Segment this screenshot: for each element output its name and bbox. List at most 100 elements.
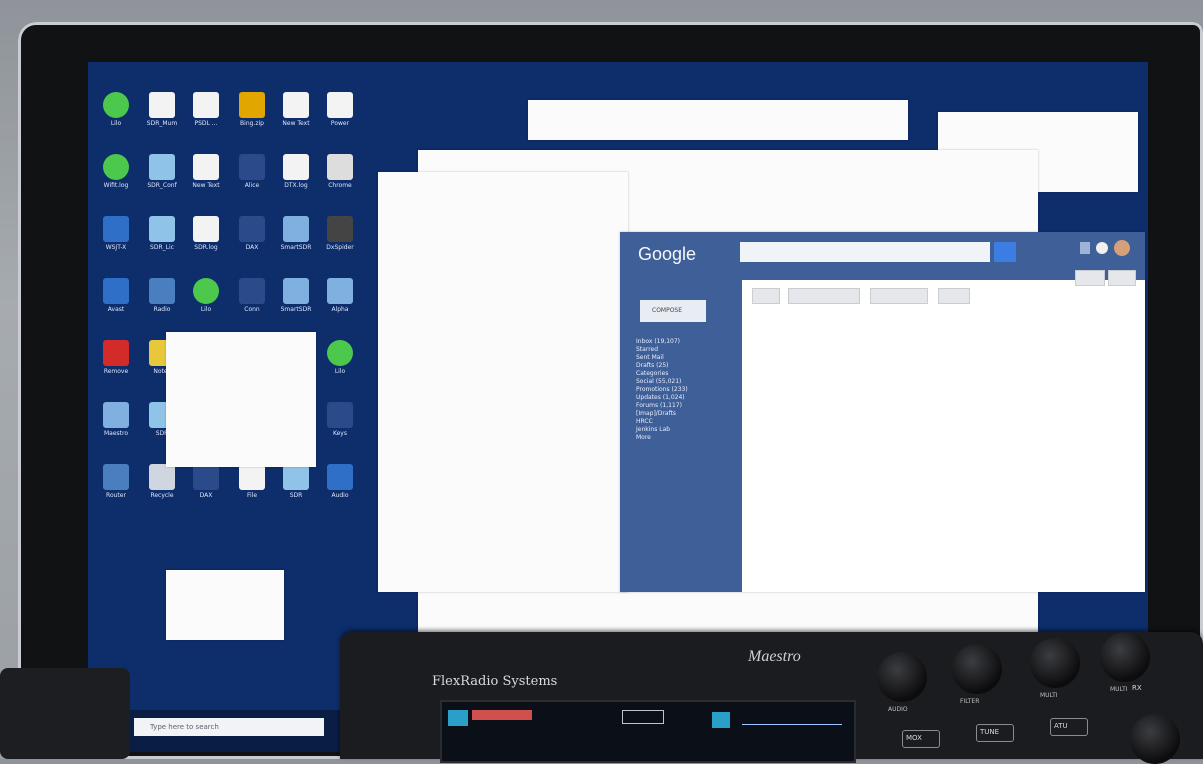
compose-button[interactable]: COMPOSE — [640, 300, 706, 322]
desktop-icon[interactable]: PSDL ... — [188, 92, 224, 127]
desktop-icon-glyph — [327, 92, 353, 118]
desktop-icon-glyph — [149, 278, 175, 304]
gmail-header: Google — [620, 232, 1145, 280]
desktop-icon-label: DAX — [245, 244, 259, 251]
avatar[interactable] — [1114, 240, 1130, 256]
desktop-icon[interactable]: DxSpider — [322, 216, 358, 251]
desktop-icon-glyph — [283, 92, 309, 118]
desktop-icon[interactable]: SDR — [278, 464, 314, 499]
desktop-icon[interactable]: File — [234, 464, 270, 499]
desktop-icon[interactable]: Radio — [144, 278, 180, 313]
gmail-nav-item[interactable]: More — [636, 434, 736, 442]
search-button[interactable] — [994, 242, 1016, 262]
desktop-icon[interactable]: Chrome — [322, 154, 358, 189]
gmail-nav-item[interactable]: Categories — [636, 370, 736, 378]
desktop-icon[interactable]: DAX — [188, 464, 224, 499]
desktop-icon-label: Router — [106, 492, 126, 499]
desktop-icon[interactable]: WSJT-X — [98, 216, 134, 251]
taskbar-search[interactable]: Type here to search — [134, 718, 324, 736]
desktop-icon[interactable]: SDR_Conf — [144, 154, 180, 189]
desktop-icon-glyph — [327, 278, 353, 304]
gmail-nav-item[interactable]: Inbox (19,107) — [636, 338, 736, 346]
display-mode-icon — [448, 710, 468, 726]
gmail-sidebar: COMPOSE Inbox (19,107) Starred Sent Mail Dr… — [620, 280, 742, 592]
desktop-icon-label: Maestro — [103, 430, 129, 437]
multi-knob-2[interactable] — [1100, 632, 1150, 682]
desktop-icon[interactable]: Conn — [234, 278, 270, 313]
gmail-window[interactable]: Google COMPOSE Inbox (19,107) Starred Sent… — [620, 232, 1145, 592]
notifications-icon[interactable] — [1096, 242, 1108, 254]
dialog-window[interactable] — [166, 332, 316, 467]
desktop-icon-glyph — [103, 402, 129, 428]
desktop-icon[interactable]: Lilo — [322, 340, 358, 375]
desktop-icon[interactable]: Alpha — [322, 278, 358, 313]
desktop-icon-label: Lilo — [334, 368, 346, 375]
flexradio-console: FlexRadio Systems Maestro MOX TUNE ATU RX AU… — [340, 632, 1203, 764]
desktop-icon[interactable]: Recycle — [144, 464, 180, 499]
desktop-icon-glyph — [239, 464, 265, 490]
desktop-icon[interactable]: SDR.log — [188, 216, 224, 251]
desktop-icon[interactable]: Audio — [322, 464, 358, 499]
desktop-icon[interactable]: Power — [322, 92, 358, 127]
gmail-nav-item[interactable]: Updates (1,024) — [636, 394, 736, 402]
desktop-icon-glyph — [103, 216, 129, 242]
gmail-nav-item[interactable]: Promotions (233) — [636, 386, 736, 394]
desktop-icon[interactable]: New Text — [278, 92, 314, 127]
desktop-icon-glyph — [193, 92, 219, 118]
multi-knob-3[interactable] — [1130, 714, 1180, 764]
desktop-icon-glyph — [283, 154, 309, 180]
multi-knob-1[interactable] — [1030, 638, 1080, 688]
pagination-button[interactable] — [1075, 270, 1105, 286]
gmail-nav-item[interactable]: Drafts (25) — [636, 362, 736, 370]
desktop-icon[interactable]: SDR_Lic — [144, 216, 180, 251]
desktop-icon-label: Alpha — [331, 306, 349, 313]
console-display[interactable] — [440, 700, 856, 763]
filter-knob[interactable] — [952, 644, 1002, 694]
desktop-icon-label: DTX.log — [284, 182, 308, 189]
settings-button[interactable] — [1108, 270, 1136, 286]
desktop-icon[interactable]: Lilo — [188, 278, 224, 313]
browser-window-left — [378, 172, 628, 592]
desktop-icon[interactable]: DTX.log — [278, 154, 314, 189]
desktop-icon-glyph — [239, 278, 265, 304]
desktop-icon[interactable]: Wifit.log — [98, 154, 134, 189]
desktop-icon-glyph — [239, 216, 265, 242]
desktop-icon-label: Lilo — [200, 306, 212, 313]
gmail-nav-item[interactable]: Forums (1,117) — [636, 402, 736, 410]
gmail-nav-item[interactable]: Jenkins Lab — [636, 426, 736, 434]
desktop-icon-label: Lilo — [110, 120, 122, 127]
desktop-icon[interactable]: Lilo — [98, 92, 134, 127]
desktop-icon-glyph — [149, 154, 175, 180]
desktop-icon[interactable]: Bing.zip — [234, 92, 270, 127]
desktop-icon[interactable]: SmartSDR — [278, 278, 314, 313]
desktop-icon[interactable]: Maestro — [98, 402, 134, 437]
desktop-icon-glyph — [103, 154, 129, 180]
desktop-icon[interactable]: SDR_Mum — [144, 92, 180, 127]
move-to-button[interactable] — [870, 288, 928, 304]
select-checkbox[interactable] — [752, 288, 780, 304]
desktop-icon[interactable]: Router — [98, 464, 134, 499]
toolbar-actions[interactable] — [788, 288, 860, 304]
more-button[interactable] — [938, 288, 970, 304]
desktop-icon[interactable]: SmartSDR — [278, 216, 314, 251]
desktop-icon-label: SmartSDR — [280, 306, 312, 313]
dialog-window-small[interactable] — [166, 570, 284, 640]
compose-label: COMPOSE — [652, 307, 683, 314]
audio-knob[interactable] — [877, 652, 927, 702]
desktop-icon-label: DxSpider — [326, 244, 354, 251]
display-tab[interactable] — [622, 710, 664, 724]
desktop-icon[interactable]: Remove — [98, 340, 134, 375]
desktop-icon[interactable]: DAX — [234, 216, 270, 251]
desktop-icon[interactable]: New Text — [188, 154, 224, 189]
gmail-nav-item[interactable]: Starred — [636, 346, 736, 354]
desktop-icon[interactable]: Keys — [322, 402, 358, 437]
desktop-icon[interactable]: Avast — [98, 278, 134, 313]
gmail-nav-item[interactable]: Sent Mail — [636, 354, 736, 362]
gmail-nav-item[interactable]: Social (55,021) — [636, 378, 736, 386]
gmail-nav-item[interactable]: [Imap]/Drafts — [636, 410, 736, 418]
desktop-icon-glyph — [327, 154, 353, 180]
search-input[interactable] — [740, 242, 990, 262]
desktop-icon[interactable]: Alice — [234, 154, 270, 189]
apps-icon[interactable] — [1080, 242, 1090, 254]
gmail-nav-item[interactable]: HRCC — [636, 418, 736, 426]
